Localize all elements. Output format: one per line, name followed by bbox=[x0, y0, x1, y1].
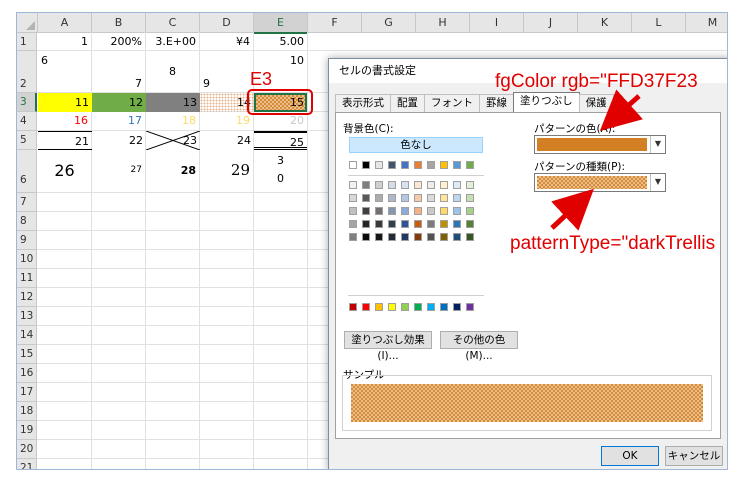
excel-window: A B C D E F G H I J K L M 1 2 3 4 5 6 7 … bbox=[16, 12, 728, 470]
arrow-to-pattern-color bbox=[599, 89, 643, 131]
arrow-to-pattern-type bbox=[550, 188, 594, 231]
annotation-arrows bbox=[550, 89, 643, 231]
